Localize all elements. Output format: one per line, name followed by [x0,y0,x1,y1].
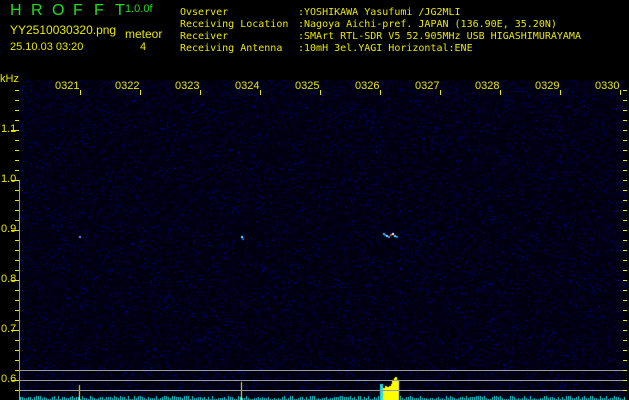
y-tick-right [623,100,627,101]
time-label: 0324 [235,80,259,92]
time-label: 0326 [355,80,379,92]
y-tick-right [623,240,627,241]
reference-line [20,370,623,371]
y-label: 1.1 [1,123,16,135]
title-letter: O [52,2,73,20]
y-tick-right [623,250,627,251]
time-tick [80,90,81,95]
meteor-count: 4 [140,41,146,53]
y-tick [11,280,19,281]
time-label: 0330 [595,80,619,92]
y-tick [15,120,19,121]
y-tick-right [623,230,627,231]
time-tick [440,90,441,95]
y-tick-right [623,350,627,351]
y-tick-right [623,300,627,301]
station-info: Ovserver:YOSHIKAWA Yasufumi /JG2MLI Rece… [180,7,581,55]
y-tick-right [623,320,627,321]
y-tick [11,230,19,231]
app-title: HROFFT [10,2,136,20]
reference-line [20,390,623,391]
y-label: 0.6 [1,373,16,385]
y-tick-right [623,150,627,151]
y-tick-right [623,360,627,361]
y-tick [15,140,19,141]
reference-line [20,380,623,381]
title-letter: R [31,2,52,20]
y-tick [11,130,19,131]
y-tick-right [623,340,627,341]
time-label: 0328 [475,80,499,92]
y-tick [15,170,19,171]
y-tick-right [623,370,627,371]
axis-line [19,180,20,400]
y-tick [15,90,19,91]
y-tick-right [623,270,627,271]
y-tick-right [623,390,627,391]
y-tick-right [623,290,627,291]
time-tick [380,90,381,95]
spectrogram [20,80,625,400]
time-tick [500,90,501,95]
filename: YY2510030320.png [10,23,116,37]
y-label: 1.0 [1,173,16,185]
time-tick [260,90,261,95]
time-tick [560,90,561,95]
info-value: :YOSHIKAWA Yasufumi /JG2MLI [298,7,461,18]
y-tick [15,160,19,161]
version-label: 1.0.0f [125,3,153,15]
y-tick-right [623,310,627,311]
y-tick [11,180,19,181]
y-tick-right [623,180,627,181]
y-tick-right [623,190,627,191]
y-tick-right [623,210,627,211]
time-label: 0327 [415,80,439,92]
info-value: :Nagoya Aichi-pref. JAPAN (136.90E, 35.2… [298,19,557,30]
y-tick [11,380,19,381]
title-letter: F [94,2,115,20]
meteor-label: meteor [125,27,162,41]
y-unit-label: kHz [0,73,19,85]
info-value: :10mH 3el.YAGI Horizontal:ENE [298,43,473,54]
y-tick-right [623,170,627,171]
time-tick [140,90,141,95]
y-tick-right [623,220,627,221]
y-tick-right [623,200,627,201]
datetime: 25.10.03 03:20 [10,41,83,53]
y-label: 0.8 [1,273,16,285]
title-letter: F [73,2,94,20]
y-label: 0.7 [1,323,16,335]
time-tick [320,90,321,95]
info-label: Receiver [180,31,298,43]
y-tick [15,110,19,111]
time-tick [620,90,621,95]
y-tick-right [623,120,627,121]
time-label: 0322 [115,80,139,92]
title-letter: H [10,2,31,20]
time-label: 0325 [295,80,319,92]
y-tick [11,330,19,331]
y-tick-right [623,380,627,381]
y-tick-right [623,140,627,141]
y-tick [15,150,19,151]
y-tick-right [623,280,627,281]
y-label: 0.9 [1,223,16,235]
info-label: Receiving Location [180,19,298,31]
info-label: Ovserver [180,7,298,19]
y-tick-right [623,110,627,111]
time-label: 0329 [535,80,559,92]
info-label: Receiving Antenna [180,43,298,55]
y-tick-right [623,330,627,331]
y-tick-right [623,90,627,91]
y-tick-right [623,130,627,131]
time-tick [200,90,201,95]
time-label: 0323 [175,80,199,92]
info-value: :SMArt RTL-SDR V5 52.905MHz USB HIGASHIM… [298,31,581,42]
y-tick-right [623,260,627,261]
time-label: 0321 [55,80,79,92]
y-tick [15,100,19,101]
y-tick-right [623,160,627,161]
